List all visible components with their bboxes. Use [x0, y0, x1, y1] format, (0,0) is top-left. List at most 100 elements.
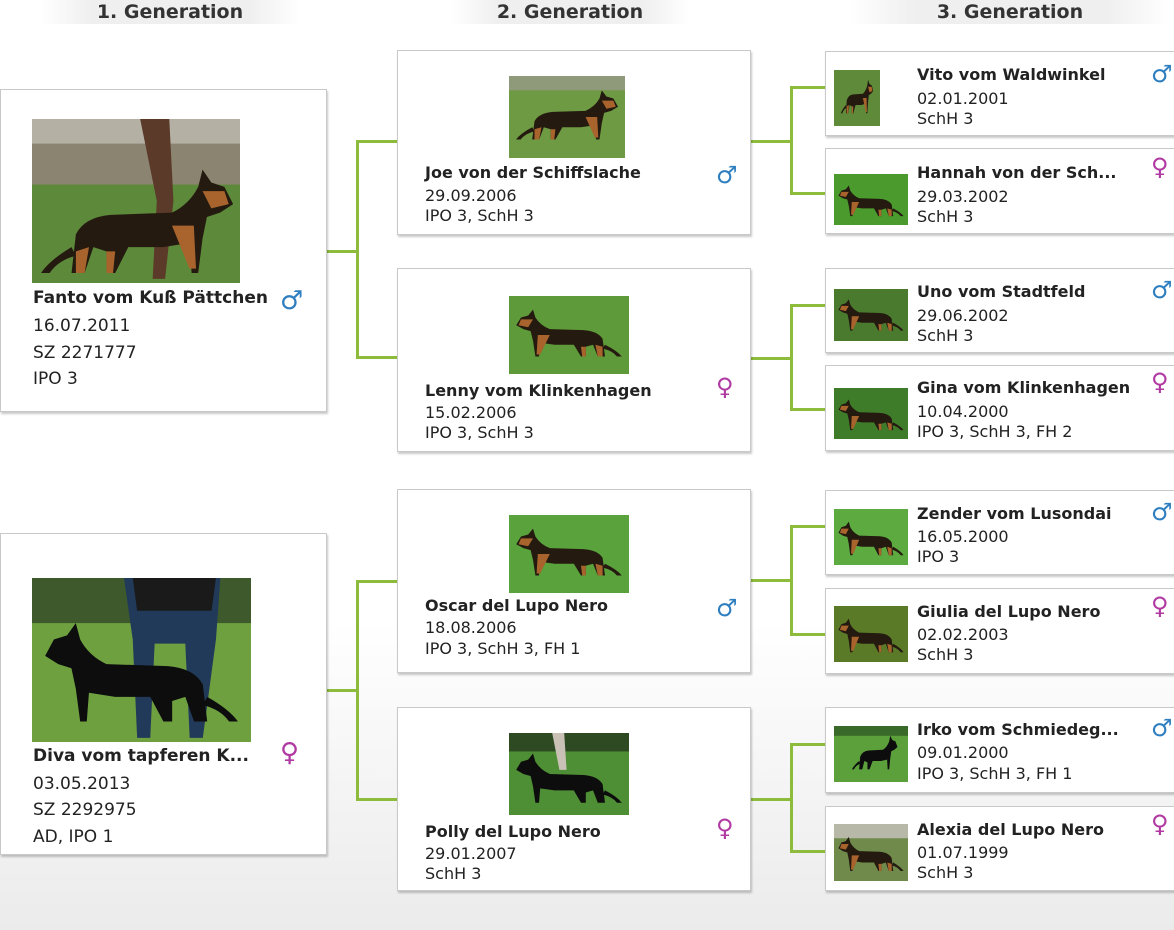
dog-photo[interactable] — [834, 388, 908, 439]
birth-date: 29.03.2002 — [917, 187, 1009, 206]
female-icon: ♀ — [280, 738, 300, 768]
dog-name[interactable]: Irko vom Schmiedeg... — [917, 720, 1119, 739]
birth-date: 10.04.2000 — [917, 402, 1009, 421]
pedigree-card-gen3[interactable]: Vito vom Waldwinkel ♂ 02.01.2001 SchH 3 — [825, 51, 1174, 136]
birth-date: 01.07.1999 — [917, 843, 1009, 862]
pedigree-card-gen1-dam[interactable]: Diva vom tapferen K... ♀ 03.05.2013 SZ 2… — [0, 533, 327, 855]
dog-name[interactable]: Hannah von der Sch... — [917, 163, 1117, 182]
dog-name[interactable]: Lenny vom Klinkenhagen — [425, 381, 652, 400]
connector — [790, 633, 826, 636]
titles: IPO 3, SchH 3 — [425, 206, 534, 225]
pedigree-card-gen3[interactable]: Gina vom Klinkenhagen ♀ 10.04.2000 IPO 3… — [825, 365, 1174, 451]
pedigree-card-gen2[interactable]: Joe von der Schiffslache ♂ 29.09.2006 IP… — [397, 50, 751, 235]
male-icon: ♂ — [1151, 714, 1173, 742]
dog-photo[interactable] — [509, 296, 629, 374]
dog-name[interactable]: Polly del Lupo Nero — [425, 822, 601, 841]
connector — [356, 140, 398, 143]
dog-photo[interactable] — [834, 606, 908, 662]
dog-photo[interactable] — [834, 824, 908, 881]
dog-photo[interactable] — [32, 578, 251, 742]
titles: IPO 3, SchH 3 — [425, 423, 534, 442]
dog-photo[interactable] — [834, 289, 908, 341]
gen1-header: 1. Generation — [40, 0, 300, 24]
pedigree-card-gen3[interactable]: Irko vom Schmiedeg... ♂ 09.01.2000 IPO 3… — [825, 707, 1174, 793]
titles: SchH 3 — [917, 109, 974, 128]
female-icon: ♀ — [1151, 153, 1169, 181]
titles: AD, IPO 1 — [33, 827, 114, 847]
connector — [750, 140, 792, 143]
dog-name[interactable]: Joe von der Schiffslache — [425, 163, 641, 182]
titles: IPO 3, SchH 3, FH 1 — [917, 764, 1073, 783]
pedigree-card-gen2[interactable]: Polly del Lupo Nero ♀ 29.01.2007 SchH 3 — [397, 707, 751, 891]
dog-name[interactable]: Gina vom Klinkenhagen — [917, 378, 1130, 397]
birth-date: 02.02.2003 — [917, 625, 1009, 644]
connector — [790, 304, 826, 307]
male-icon: ♂ — [280, 286, 304, 316]
connector — [326, 250, 358, 253]
pedigree-card-gen3[interactable]: Alexia del Lupo Nero ♀ 01.07.1999 SchH 3 — [825, 806, 1174, 891]
titles: IPO 3, SchH 3, FH 2 — [917, 422, 1073, 441]
birth-date: 18.08.2006 — [425, 618, 517, 637]
registration-number: SZ 2292975 — [33, 800, 137, 820]
female-icon: ♀ — [1151, 368, 1169, 396]
connector — [750, 798, 792, 801]
dog-name[interactable]: Oscar del Lupo Nero — [425, 596, 608, 615]
connector — [790, 525, 793, 636]
pedigree-card-gen2[interactable]: Lenny vom Klinkenhagen ♀ 15.02.2006 IPO … — [397, 268, 751, 452]
connector — [790, 743, 826, 746]
connector — [790, 86, 793, 195]
birth-date: 02.01.2001 — [917, 89, 1009, 108]
dog-name[interactable]: Diva vom tapferen K... — [33, 746, 249, 766]
dog-photo[interactable] — [509, 76, 625, 158]
connector — [326, 689, 358, 692]
dog-photo[interactable] — [32, 119, 240, 283]
connector — [356, 140, 359, 358]
pedigree-card-gen2[interactable]: Oscar del Lupo Nero ♂ 18.08.2006 IPO 3, … — [397, 489, 751, 673]
dog-photo[interactable] — [834, 70, 880, 126]
birth-date: 03.05.2013 — [33, 774, 131, 794]
dog-name[interactable]: Giulia del Lupo Nero — [917, 602, 1100, 621]
pedigree-card-gen3[interactable]: Hannah von der Sch... ♀ 29.03.2002 SchH … — [825, 148, 1174, 234]
dog-photo[interactable] — [509, 733, 629, 815]
connector — [790, 192, 826, 195]
titles: SchH 3 — [425, 864, 482, 883]
dog-name[interactable]: Alexia del Lupo Nero — [917, 820, 1104, 839]
connector — [356, 356, 398, 359]
connector — [790, 86, 826, 89]
dog-photo[interactable] — [834, 726, 908, 782]
connector — [790, 304, 793, 411]
birth-date: 16.07.2011 — [33, 316, 131, 336]
birth-date: 29.01.2007 — [425, 844, 517, 863]
titles: IPO 3, SchH 3, FH 1 — [425, 639, 581, 658]
dog-name[interactable]: Uno vom Stadtfeld — [917, 282, 1085, 301]
pedigree-card-gen3[interactable]: Uno vom Stadtfeld ♂ 29.06.2002 SchH 3 — [825, 268, 1174, 353]
connector — [356, 580, 359, 800]
dog-name[interactable]: Zender vom Lusondai — [917, 504, 1112, 523]
female-icon: ♀ — [716, 373, 734, 401]
titles: SchH 3 — [917, 645, 974, 664]
birth-date: 15.02.2006 — [425, 403, 517, 422]
male-icon: ♂ — [716, 161, 738, 189]
connector — [790, 743, 793, 853]
male-icon: ♂ — [1151, 498, 1173, 526]
gen2-header: 2. Generation — [450, 0, 690, 24]
connector — [790, 850, 826, 853]
birth-date: 09.01.2000 — [917, 743, 1009, 762]
dog-photo[interactable] — [509, 515, 629, 593]
registration-number: SZ 2271777 — [33, 343, 137, 363]
connector — [356, 798, 398, 801]
dog-name[interactable]: Vito vom Waldwinkel — [917, 65, 1105, 84]
dog-name[interactable]: Fanto vom Kuß Pättchen — [33, 288, 268, 308]
male-icon: ♂ — [716, 594, 738, 622]
titles: IPO 3 — [917, 547, 960, 566]
birth-date: 29.06.2002 — [917, 306, 1009, 325]
pedigree-card-gen1-sire[interactable]: Fanto vom Kuß Pättchen ♂ 16.07.2011 SZ 2… — [0, 89, 327, 412]
pedigree-card-gen3[interactable]: Zender vom Lusondai ♂ 16.05.2000 IPO 3 — [825, 490, 1174, 575]
female-icon: ♀ — [716, 814, 734, 842]
dog-photo[interactable] — [834, 509, 908, 565]
pedigree-card-gen3[interactable]: Giulia del Lupo Nero ♀ 02.02.2003 SchH 3 — [825, 588, 1174, 674]
dog-photo[interactable] — [834, 174, 908, 225]
titles: SchH 3 — [917, 207, 974, 226]
female-icon: ♀ — [1151, 810, 1169, 838]
birth-date: 29.09.2006 — [425, 186, 517, 205]
